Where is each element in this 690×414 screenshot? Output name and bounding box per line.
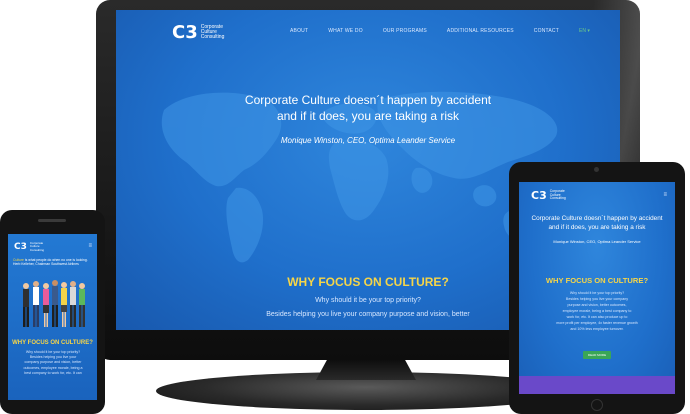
- nav-item-our-programs[interactable]: OUR PROGRAMS: [383, 28, 427, 34]
- tablet-quote-line: and if it does, you are taking a risk: [548, 224, 646, 231]
- brand-name: Corporate Culture Consulting: [549, 189, 566, 201]
- hero-quote: Corporate Culture doesn´t happen by acci…: [116, 92, 620, 124]
- mobile-phone: C3 Corporate Culture Consulting ≡ Cultur…: [0, 210, 105, 414]
- tagline-author: Herb Kelleher, Chairman Southwest Airlin…: [13, 262, 79, 267]
- phone-section-text: Why should it be your top priority? Besi…: [20, 350, 86, 376]
- read-more-button[interactable]: READ MORE: [583, 351, 611, 359]
- tablet-text-line: work for, etc. It can also produce up to: [566, 315, 628, 319]
- language-selector[interactable]: EN ▾: [579, 28, 590, 34]
- tagline-text: is what people do when no one is looking…: [23, 258, 88, 262]
- tablet-screen: C3 Corporate Culture Consulting ≡ Corpor…: [519, 182, 675, 394]
- tablet-hero-author: Monique Winston, CEO, Optima Leander Ser…: [553, 239, 641, 244]
- tablet-section-text: Why should it be your top priority? Besi…: [547, 290, 647, 332]
- nav-item-about[interactable]: ABOUT: [290, 28, 308, 34]
- hero-author: Monique Winston, CEO, Optima Leander Ser…: [280, 136, 456, 145]
- tablet-hero-quote: Corporate Culture doesn´t happen by acci…: [519, 214, 675, 232]
- phone-text-line: best company to work for, etc. It can: [24, 370, 82, 375]
- brand-logo[interactable]: C3 Corporate Culture Consulting: [531, 189, 566, 202]
- phone-tagline: Culture is what people do when no one is…: [13, 258, 93, 267]
- tablet-text-line: employee morale, being a best company to: [562, 309, 632, 313]
- brand-logo[interactable]: C3 Corporate Culture Consulting: [14, 242, 44, 252]
- tablet-camera: [594, 167, 599, 172]
- brand-logo[interactable]: C3 Corporate Culture Consulting: [172, 22, 224, 43]
- c3-logo-icon: C3: [172, 22, 198, 43]
- brand-name-line: Consulting: [200, 34, 225, 41]
- phone-section-title: WHY FOCUS ON CULTURE?: [12, 340, 93, 346]
- chevron-down-icon: ▾: [587, 28, 590, 34]
- brand-name-line: Consulting: [29, 247, 45, 252]
- phone-screen: C3 Corporate Culture Consulting ≡ Cultur…: [8, 234, 97, 400]
- tablet-quote-line: Corporate Culture doesn´t happen by acci…: [531, 215, 663, 222]
- nav-item-additional-resources[interactable]: ADDITIONAL RESOURCES: [447, 28, 514, 34]
- c3-logo-icon: C3: [531, 189, 547, 202]
- brand-name: Corporate Culture Consulting: [30, 242, 44, 251]
- hero-quote-line: Corporate Culture doesn´t happen by acci…: [244, 93, 492, 107]
- tablet-text-line: Why should it be your top priority?: [569, 291, 625, 295]
- phone-text-line: outcomes, employee morale, being a: [23, 365, 83, 370]
- nav-item-contact[interactable]: CONTACT: [534, 28, 559, 34]
- tagline-highlight: Culture: [13, 258, 24, 262]
- tablet-device: C3 Corporate Culture Consulting ≡ Corpor…: [509, 162, 685, 414]
- hamburger-menu-icon[interactable]: ≡: [663, 192, 667, 198]
- phone-speaker: [38, 219, 66, 222]
- nav-menu: ABOUT WHAT WE DO OUR PROGRAMS ADDITIONAL…: [290, 10, 590, 52]
- tablet-text-line: more profit per employee, 4x faster reve…: [556, 321, 638, 325]
- nav-item-what-we-do[interactable]: WHAT WE DO: [328, 28, 363, 34]
- hamburger-menu-icon[interactable]: ≡: [88, 243, 92, 249]
- brand-name-line: Consulting: [549, 196, 566, 201]
- monitor-stand-neck: [316, 358, 416, 380]
- brand-name: Corporate Culture Consulting: [200, 24, 225, 41]
- hero-quote-line: and if it does, you are taking a risk: [276, 109, 460, 123]
- phone-text-line: Besides helping you live your: [29, 355, 77, 360]
- tablet-text-line: Besides helping you live your company: [565, 297, 629, 301]
- tablet-text-line: and 10% less employee turnover.: [570, 327, 624, 331]
- c3-logo-icon: C3: [14, 242, 27, 252]
- phone-text-line: Why should it be your top priority?: [25, 350, 81, 354]
- tablet-purple-section: [519, 376, 675, 394]
- phone-text-line: company purpose and vision, better: [24, 360, 82, 365]
- tablet-home-button: [591, 399, 603, 411]
- tablet-section-title: WHY FOCUS ON CULTURE?: [545, 276, 649, 285]
- top-navigation: C3 Corporate Culture Consulting ABOUT WH…: [116, 10, 620, 52]
- language-label: EN: [579, 28, 586, 34]
- tablet-text-line: purpose and vision, better outcomes,: [567, 303, 627, 307]
- team-people-illustration: [23, 280, 85, 327]
